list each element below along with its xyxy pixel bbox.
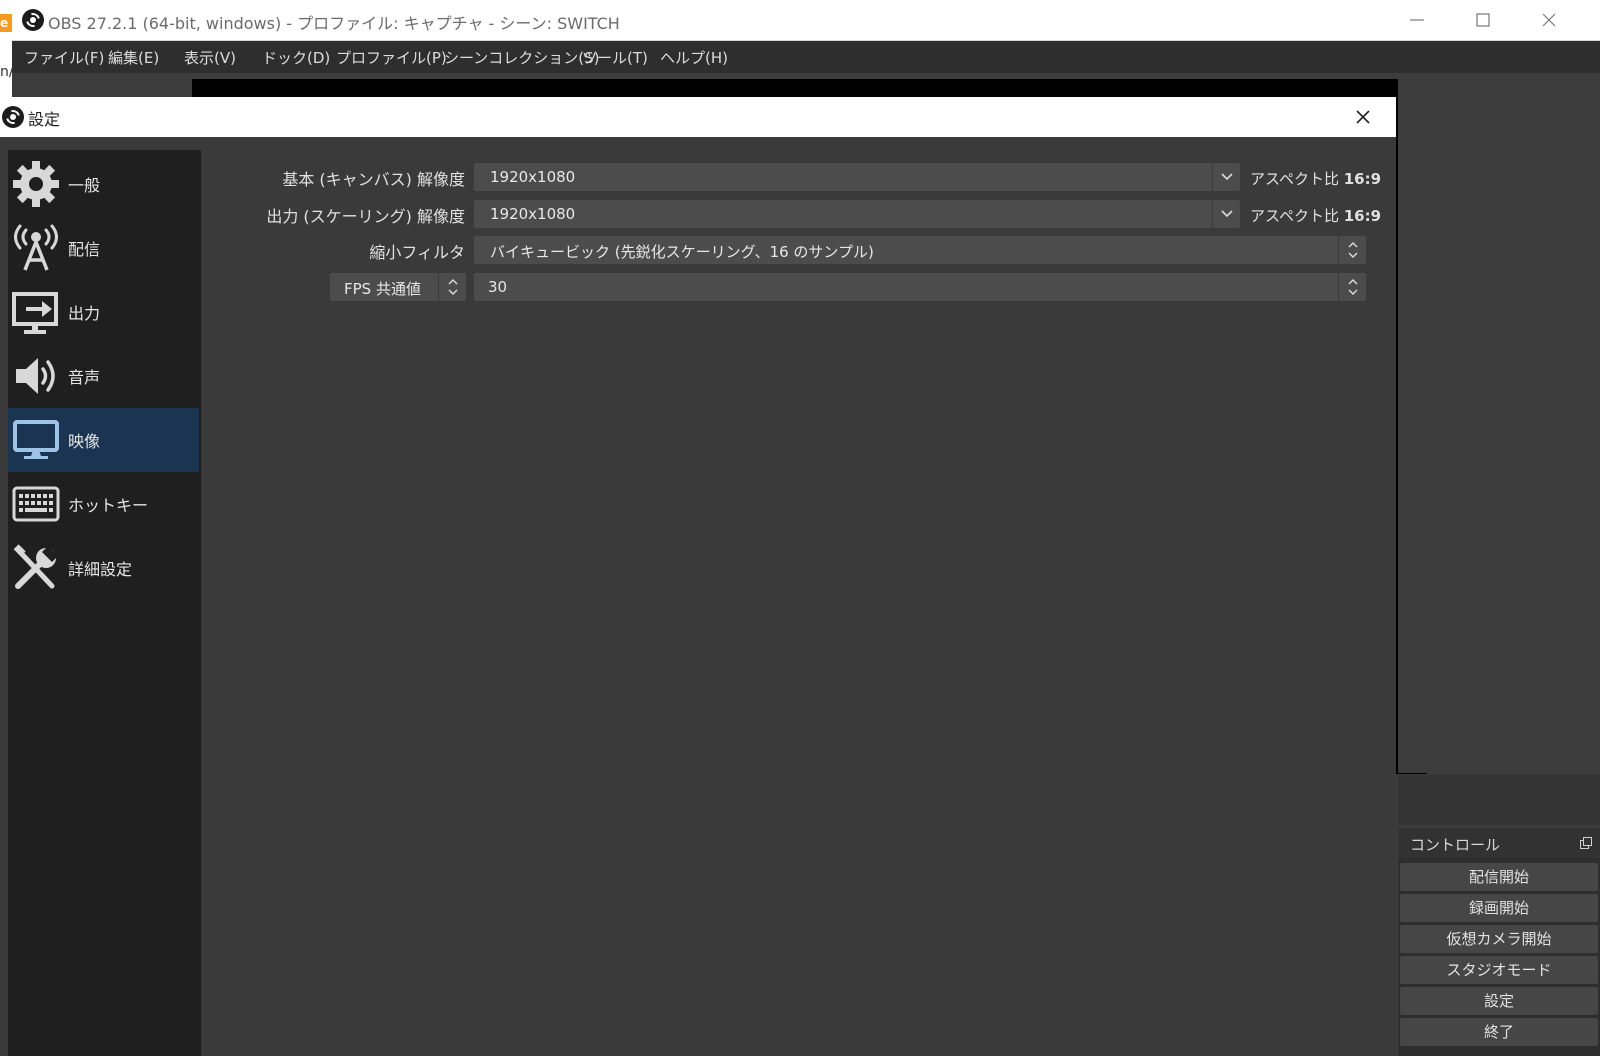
nav-item-general[interactable]: 一般 (8, 152, 199, 216)
menu-scene-collection[interactable]: シーンコレクション(S) (444, 47, 599, 68)
tools-icon (13, 544, 58, 589)
up-down-chevron-icon (1348, 279, 1358, 295)
base-resolution-combobox[interactable]: 1920x1080 (474, 163, 1240, 191)
nav-label: 映像 (68, 432, 101, 451)
settings-body: 一般 配信 出力 音声 映像 ホットキー 詳細設定 基本 (キャンバス) 解像度… (0, 137, 1396, 1056)
start-virtual-camera-button[interactable]: 仮想カメラ開始 (1400, 925, 1598, 953)
gear-icon (13, 161, 59, 207)
output-aspect-ratio: アスペクト比 16:9 (1250, 205, 1381, 226)
base-resolution-value: 1920x1080 (490, 168, 576, 186)
nav-item-stream[interactable]: 配信 (8, 216, 199, 280)
fps-type-spinner[interactable] (438, 273, 466, 301)
menu-dock[interactable]: ドック(D) (262, 47, 330, 68)
background-app-badge: e (0, 14, 12, 32)
minimize-icon (1410, 19, 1424, 21)
nav-item-output[interactable]: 出力 (8, 280, 199, 344)
fps-value: 30 (488, 278, 508, 296)
up-down-chevron-icon (1348, 242, 1358, 258)
start-recording-button[interactable]: 録画開始 (1400, 894, 1598, 922)
maximize-button[interactable] (1450, 0, 1516, 41)
base-resolution-label: 基本 (キャンバス) 解像度 (282, 170, 465, 189)
nav-label: 音声 (68, 368, 101, 387)
output-monitor-icon (12, 292, 58, 334)
fps-value-spinner[interactable] (1338, 273, 1366, 301)
settings-close-button[interactable] (1340, 97, 1386, 137)
obs-menubar: ファイル(F) 編集(E) 表示(V) ドック(D) プロファイル(P) シーン… (12, 41, 1600, 73)
fps-value-select[interactable]: 30 (474, 273, 1366, 301)
obs-window-title: OBS 27.2.1 (64-bit, windows) - プロファイル: キ… (48, 14, 620, 33)
settings-sidebar: 一般 配信 出力 音声 映像 ホットキー 詳細設定 (8, 150, 201, 1056)
maximize-icon (1476, 13, 1490, 27)
output-resolution-dropdown[interactable] (1212, 200, 1240, 228)
controls-dock-title: コントロール (1410, 836, 1501, 854)
float-dock-icon[interactable] (1580, 837, 1592, 849)
nav-item-video[interactable]: 映像 (8, 408, 199, 472)
nav-label: 一般 (68, 176, 101, 195)
speaker-icon (16, 358, 55, 394)
downscale-filter-label: 縮小フィルタ (369, 243, 465, 262)
aspect-value: 16:9 (1343, 170, 1382, 188)
nav-label: 出力 (68, 304, 101, 323)
downscale-filter-select[interactable]: バイキュービック (先鋭化スケーリング、16 のサンプル) (474, 236, 1366, 264)
chevron-down-icon (1221, 210, 1233, 218)
obs-logo-icon (22, 9, 44, 31)
close-icon (1356, 110, 1370, 124)
up-down-chevron-icon (448, 279, 458, 295)
output-resolution-value: 1920x1080 (490, 205, 576, 223)
base-resolution-dropdown[interactable] (1212, 163, 1240, 191)
output-resolution-combobox[interactable]: 1920x1080 (474, 200, 1240, 228)
close-icon (1542, 13, 1556, 27)
nav-label: 詳細設定 (68, 560, 133, 579)
settings-title: 設定 (28, 110, 61, 129)
obs-main-titlebar: OBS 27.2.1 (64-bit, windows) - プロファイル: キ… (0, 0, 1600, 41)
close-window-button[interactable] (1516, 0, 1582, 41)
nav-label: ホットキー (68, 496, 149, 515)
downscale-filter-spinner[interactable] (1338, 236, 1366, 264)
video-monitor-icon (13, 420, 59, 459)
downscale-filter-value: バイキュービック (先鋭化スケーリング、16 のサンプル) (490, 243, 874, 261)
nav-label: 配信 (68, 240, 101, 259)
nav-item-hotkeys[interactable]: ホットキー (8, 472, 199, 536)
obs-logo-icon (2, 106, 24, 128)
aspect-label: アスペクト比 (1250, 207, 1339, 225)
menu-tools[interactable]: ツール(T) (582, 47, 648, 68)
controls-dock: コントロール 配信開始 録画開始 仮想カメラ開始 スタジオモード 設定 終了 (1398, 828, 1600, 1056)
studio-mode-button[interactable]: スタジオモード (1400, 956, 1598, 984)
menu-file[interactable]: ファイル(F) (24, 47, 104, 68)
aspect-label: アスペクト比 (1250, 170, 1339, 188)
minimize-button[interactable] (1384, 0, 1450, 41)
nav-item-advanced[interactable]: 詳細設定 (8, 536, 199, 600)
settings-dialog: 設定 一般 配信 出力 音声 映像 ホットキー 詳細設定 基本 (キャンバス) … (0, 97, 1396, 1056)
obs-right-panel (1398, 73, 1600, 773)
exit-button[interactable]: 終了 (1400, 1018, 1598, 1046)
start-streaming-button[interactable]: 配信開始 (1400, 863, 1598, 891)
menu-view[interactable]: 表示(V) (184, 47, 236, 68)
menu-profile[interactable]: プロファイル(P) (336, 47, 447, 68)
base-aspect-ratio: アスペクト比 16:9 (1250, 168, 1381, 189)
output-resolution-label: 出力 (スケーリング) 解像度 (266, 207, 465, 226)
controls-dock-header: コントロール (1398, 828, 1600, 858)
fps-type-value: FPS 共通値 (344, 280, 421, 298)
broadcast-antenna-icon (14, 224, 58, 271)
nav-item-audio[interactable]: 音声 (8, 344, 199, 408)
menu-edit[interactable]: 編集(E) (108, 47, 159, 68)
settings-button[interactable]: 設定 (1400, 987, 1598, 1015)
settings-titlebar: 設定 (0, 97, 1396, 137)
obs-dock-strip (1398, 775, 1600, 825)
chevron-down-icon (1221, 173, 1233, 181)
fps-type-select[interactable]: FPS 共通値 (330, 273, 466, 301)
menu-help[interactable]: ヘルプ(H) (660, 47, 728, 68)
keyboard-icon (12, 486, 60, 522)
aspect-value: 16:9 (1343, 207, 1382, 225)
